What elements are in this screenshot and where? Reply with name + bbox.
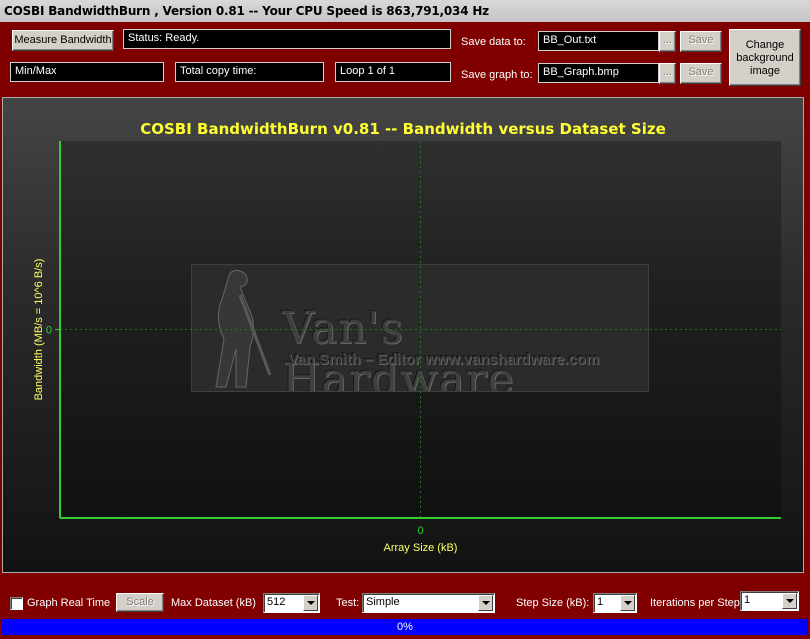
progress-text: 0% bbox=[397, 621, 413, 633]
status-field: Status: Ready. bbox=[123, 29, 451, 49]
max-dataset-value: 512 bbox=[267, 596, 286, 608]
iterations-select[interactable]: 1 bbox=[740, 591, 799, 611]
step-size-label: Step Size (kB): bbox=[516, 597, 590, 609]
test-value: Simple bbox=[366, 596, 400, 608]
chevron-down-icon[interactable] bbox=[620, 595, 635, 611]
scale-button[interactable]: Scale bbox=[116, 593, 164, 612]
y-axis-label: Bandwidth (MB/s = 10^6 B/s) bbox=[33, 259, 45, 401]
save-data-input[interactable]: BB_Out.txt bbox=[538, 31, 659, 51]
chevron-down-icon[interactable] bbox=[478, 595, 493, 611]
save-data-button[interactable]: Save bbox=[680, 31, 722, 52]
progress-bar: 0% bbox=[2, 619, 808, 635]
save-graph-label: Save graph to: bbox=[461, 69, 533, 81]
chevron-down-icon[interactable] bbox=[782, 593, 797, 609]
save-graph-input[interactable]: BB_Graph.bmp bbox=[538, 63, 659, 83]
x-tick-label: 0 bbox=[417, 525, 423, 537]
step-size-select[interactable]: 1 bbox=[593, 593, 637, 613]
window-title: COSBI BandwidthBurn , Version 0.81 -- Yo… bbox=[4, 4, 489, 18]
title-bar: COSBI BandwidthBurn , Version 0.81 -- Yo… bbox=[0, 0, 810, 23]
max-dataset-label: Max Dataset (kB) bbox=[171, 597, 256, 609]
browse-graph-button[interactable]: ... bbox=[659, 63, 676, 84]
graph-panel: COSBI BandwidthBurn v0.81 -- Bandwidth v… bbox=[2, 97, 804, 573]
save-data-label: Save data to: bbox=[461, 36, 526, 48]
loop-field: Loop 1 of 1 bbox=[335, 62, 451, 82]
test-label: Test: bbox=[336, 597, 360, 609]
x-axis-label: Array Size (kB) bbox=[384, 542, 458, 554]
iterations-label: Iterations per Step bbox=[650, 597, 740, 609]
graph-realtime-checkbox[interactable] bbox=[10, 597, 23, 610]
bandwidth-chart: 0 0 Array Size (kB) Bandwidth (MB/s = 10^6 … bbox=[33, 141, 781, 554]
max-dataset-select[interactable]: 512 bbox=[263, 593, 320, 613]
main-window: Measure Bandwidth Status: Ready. Min/Max… bbox=[0, 22, 810, 639]
graph-realtime-label: Graph Real Time bbox=[27, 597, 111, 609]
copy-time-field: Total copy time: bbox=[175, 62, 324, 82]
y-tick-label: 0 bbox=[46, 325, 52, 337]
iterations-value: 1 bbox=[744, 594, 751, 606]
save-graph-button[interactable]: Save bbox=[680, 63, 722, 84]
browse-data-button[interactable]: ... bbox=[659, 31, 676, 52]
chevron-down-icon[interactable] bbox=[303, 595, 318, 611]
minmax-field: Min/Max bbox=[10, 62, 164, 82]
step-size-value: 1 bbox=[597, 596, 604, 608]
test-select[interactable]: Simple bbox=[362, 593, 495, 613]
measure-bandwidth-button[interactable]: Measure Bandwidth bbox=[12, 30, 114, 51]
change-background-button[interactable]: Change background image bbox=[729, 29, 801, 86]
